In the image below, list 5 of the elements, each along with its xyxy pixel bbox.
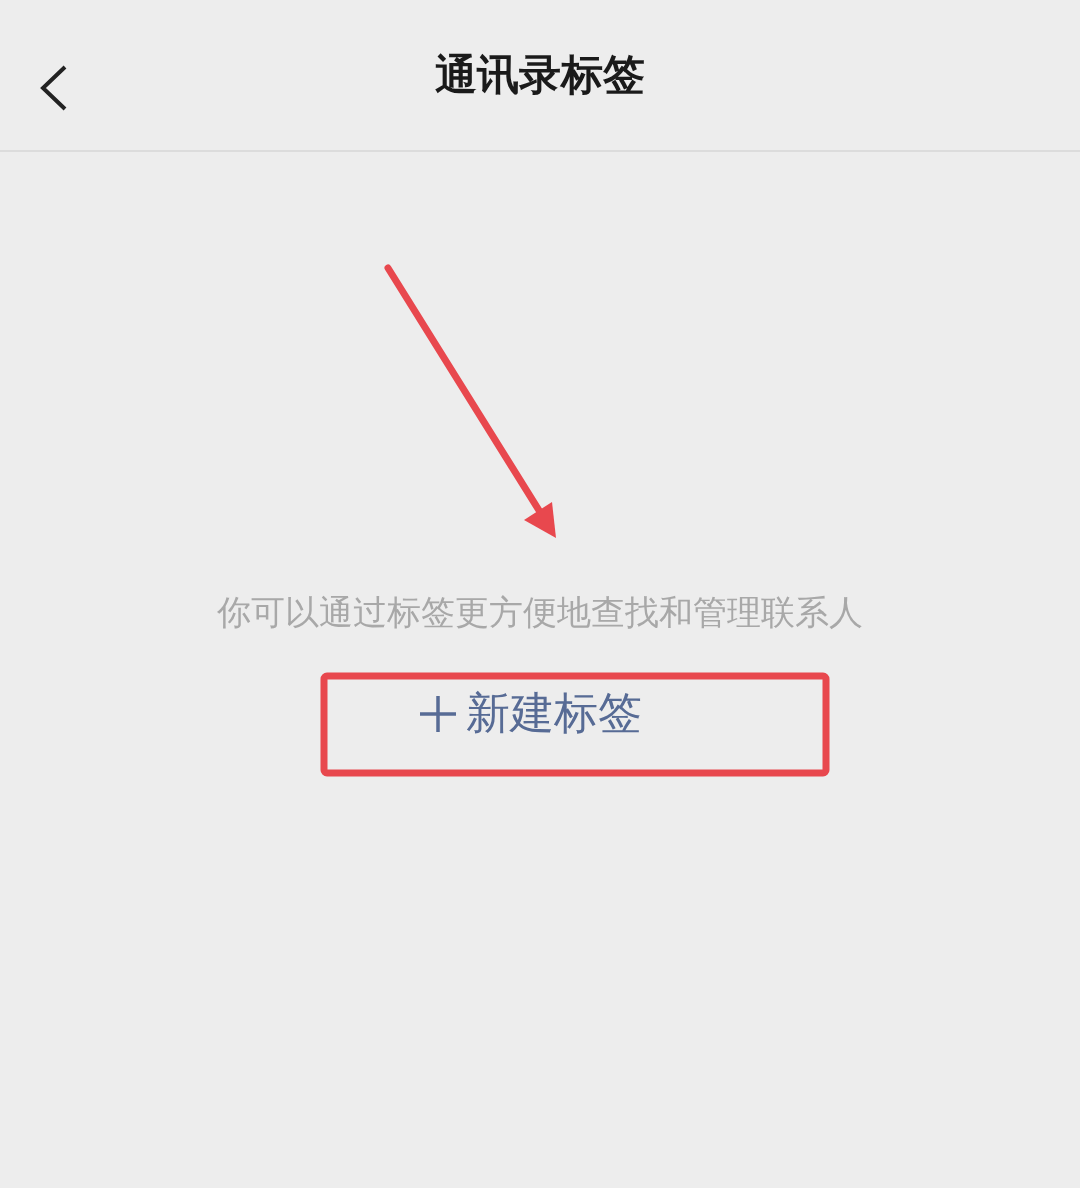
new-tag-button[interactable]: 新建标签 (418, 684, 642, 743)
page-title: 通讯录标签 (435, 49, 645, 101)
empty-hint: 你可以通过标签更方便地查找和管理联系人 (216, 591, 864, 634)
plus-icon (418, 693, 458, 734)
back-icon[interactable] (38, 64, 68, 112)
